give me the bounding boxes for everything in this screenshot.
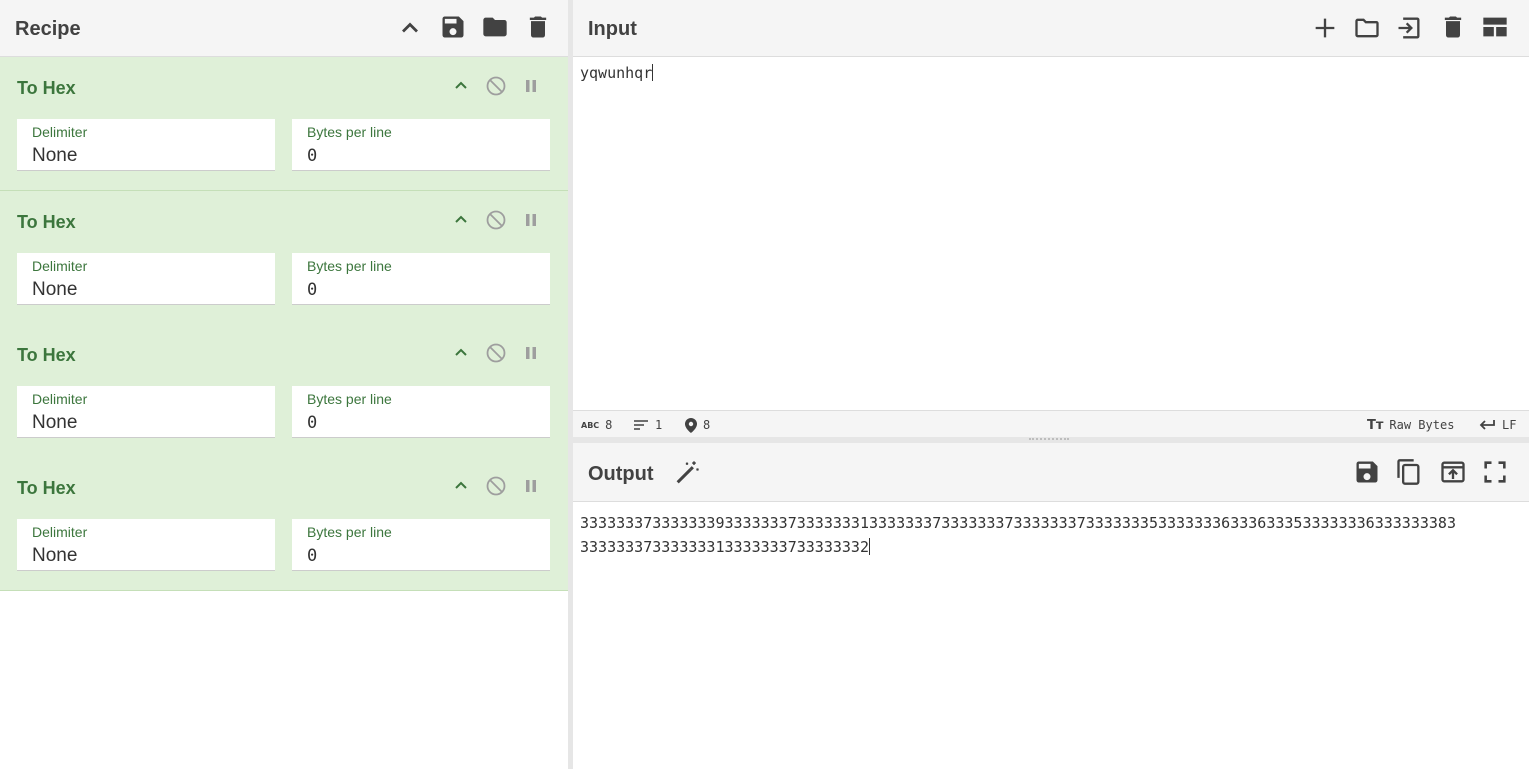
location-pin-icon [685, 417, 697, 433]
disable-icon[interactable] [484, 208, 508, 232]
operation-title: To Hex [17, 478, 76, 498]
operation-title: To Hex [17, 345, 76, 365]
copy-output-icon[interactable] [1395, 458, 1423, 486]
input-pane: Input yqwunhqr ABC 8 1 8 Tт Raw Bytes LF [573, 0, 1529, 437]
pause-icon[interactable] [519, 341, 543, 365]
text-cursor [868, 538, 870, 555]
bytes-per-line-label: Bytes per line [307, 524, 392, 540]
lines-icon [634, 420, 648, 430]
line-count: 1 [633, 418, 662, 432]
recipe-pane: Recipe To Hex Delimiter None Bytes per l… [0, 0, 568, 769]
operation-card[interactable]: To Hex Delimiter None Bytes per line 0 [0, 191, 568, 325]
bytes-per-line-field[interactable]: Bytes per line 0 [292, 253, 550, 305]
delimiter-field[interactable]: Delimiter None [17, 253, 275, 305]
recipe-header: Recipe [0, 0, 568, 57]
cursor-position: 8 [685, 417, 710, 433]
delimiter-label: Delimiter [32, 524, 88, 540]
pause-icon[interactable] [519, 474, 543, 498]
operation-card[interactable]: To Hex Delimiter None Bytes per line 0 [0, 324, 568, 458]
input-header: Input [573, 0, 1529, 57]
operation-card[interactable]: To Hex Delimiter None Bytes per line 0 [0, 457, 568, 591]
delimiter-value[interactable]: None [32, 412, 77, 434]
output-text[interactable]: 3333333733333339333333373333333133333337… [580, 511, 1525, 559]
pause-icon[interactable] [519, 74, 543, 98]
bytes-per-line-label: Bytes per line [307, 391, 392, 407]
chevron-up-icon[interactable] [449, 74, 473, 98]
bytes-per-line-field[interactable]: Bytes per line 0 [292, 386, 550, 438]
bytes-per-line-value[interactable]: 0 [307, 146, 317, 166]
text-cursor [652, 64, 654, 81]
chevron-up-icon[interactable] [449, 474, 473, 498]
delimiter-field[interactable]: Delimiter None [17, 386, 275, 438]
return-arrow-icon [1479, 420, 1495, 430]
abc-icon: ABC [581, 420, 600, 430]
magic-wand-icon[interactable] [673, 459, 701, 487]
text-format-icon: Tт [1367, 417, 1384, 433]
chevron-up-icon[interactable] [449, 208, 473, 232]
bytes-per-line-value[interactable]: 0 [307, 546, 317, 566]
bytes-per-line-label: Bytes per line [307, 124, 392, 140]
load-recipe-folder-icon[interactable] [481, 13, 509, 41]
add-tab-plus-icon[interactable] [1311, 14, 1339, 42]
output-header: Output [573, 443, 1529, 502]
save-recipe-icon[interactable] [439, 13, 467, 41]
operation-card[interactable]: To Hex Delimiter None Bytes per line 0 [0, 57, 568, 191]
input-status-bar: ABC 8 1 8 Tт Raw Bytes LF [573, 410, 1529, 437]
splitter-grip [1029, 438, 1069, 441]
disable-icon[interactable] [484, 341, 508, 365]
delimiter-value[interactable]: None [32, 145, 77, 167]
eol-selector[interactable]: LF [1478, 418, 1516, 432]
open-folder-icon[interactable] [1353, 14, 1381, 42]
bytes-per-line-value[interactable]: 0 [307, 413, 317, 433]
save-output-icon[interactable] [1353, 458, 1381, 486]
delimiter-field[interactable]: Delimiter None [17, 519, 275, 571]
pause-icon[interactable] [519, 208, 543, 232]
encoding-selector[interactable]: Tт Raw Bytes [1367, 417, 1454, 433]
layout-icon[interactable] [1481, 13, 1509, 41]
delimiter-field[interactable]: Delimiter None [17, 119, 275, 171]
bytes-per-line-value[interactable]: 0 [307, 280, 317, 300]
replace-input-icon[interactable] [1439, 458, 1467, 486]
output-title: Output [588, 463, 654, 485]
open-file-input-icon[interactable] [1395, 14, 1423, 42]
operation-title: To Hex [17, 212, 76, 232]
bytes-per-line-field[interactable]: Bytes per line 0 [292, 519, 550, 571]
char-count: ABC 8 [581, 418, 613, 432]
recipe-title: Recipe [15, 18, 81, 40]
delimiter-label: Delimiter [32, 124, 88, 140]
chevron-up-icon[interactable] [449, 341, 473, 365]
disable-icon[interactable] [484, 474, 508, 498]
delimiter-label: Delimiter [32, 258, 88, 274]
clear-recipe-trash-icon[interactable] [524, 13, 552, 41]
collapse-all-icon[interactable] [396, 14, 424, 42]
bytes-per-line-label: Bytes per line [307, 258, 392, 274]
delimiter-value[interactable]: None [32, 545, 77, 567]
delimiter-label: Delimiter [32, 391, 88, 407]
fullscreen-icon[interactable] [1481, 458, 1509, 486]
clear-input-trash-icon[interactable] [1439, 13, 1467, 41]
delimiter-value[interactable]: None [32, 279, 77, 301]
output-pane: Output 333333373333333933333337333333313… [573, 443, 1529, 769]
input-textarea[interactable]: yqwunhqr [580, 64, 654, 82]
bytes-per-line-field[interactable]: Bytes per line 0 [292, 119, 550, 171]
disable-icon[interactable] [484, 74, 508, 98]
input-title: Input [588, 18, 637, 40]
operation-title: To Hex [17, 78, 76, 98]
